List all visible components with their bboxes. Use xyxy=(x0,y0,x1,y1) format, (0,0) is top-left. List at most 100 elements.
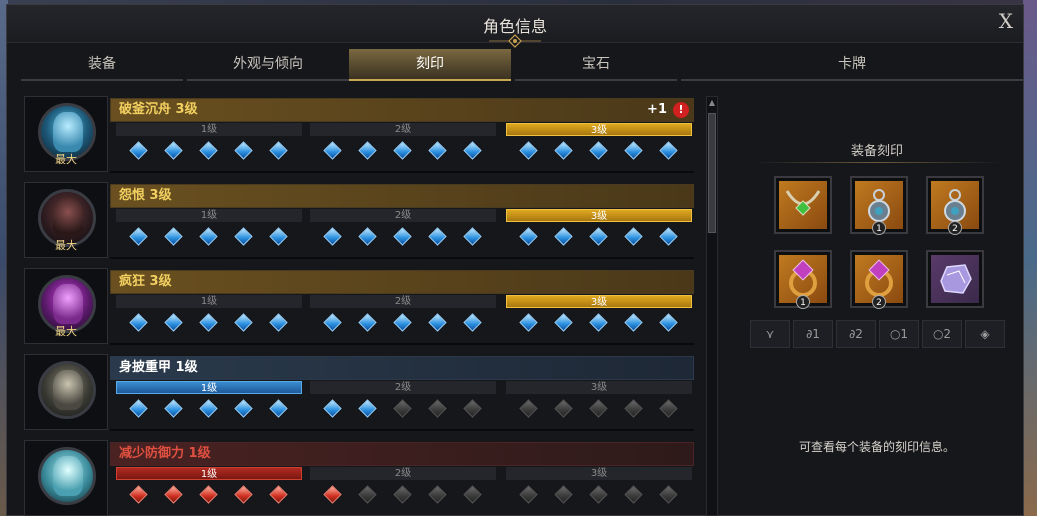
ring-2-slot[interactable]: 2 xyxy=(850,250,908,309)
row-divider xyxy=(110,343,694,345)
level-1-group: 1级 xyxy=(114,295,302,341)
gem-icon xyxy=(358,313,377,332)
gem-icon xyxy=(589,227,608,246)
engraving-name: 破釜沉舟 3级 xyxy=(119,102,198,117)
earring-1-filter-icon[interactable]: ∂1 xyxy=(793,320,833,348)
engraving-row[interactable]: 减少防御力 1级 1级 2级 3级 xyxy=(22,437,694,516)
gem-icon xyxy=(589,141,608,160)
gem-icon xyxy=(659,227,678,246)
level-label: 2级 xyxy=(310,123,496,136)
gem-icon xyxy=(428,227,447,246)
side-panel-title: 装备刻印 xyxy=(850,144,903,159)
gem-icon xyxy=(589,313,608,332)
necklace-slot[interactable] xyxy=(774,176,832,234)
gem-empty-icon xyxy=(624,485,643,504)
scroll-thumb[interactable] xyxy=(708,113,716,233)
tab-engraving[interactable]: 刻印 xyxy=(349,49,511,81)
level-3-group: 3级 xyxy=(504,123,692,169)
tab-cards[interactable]: 卡牌 xyxy=(681,49,1023,81)
ring-2-filter-icon[interactable]: ○2 xyxy=(922,320,962,348)
gem-empty-icon xyxy=(554,399,573,418)
tab-appearance[interactable]: 外观与倾向 xyxy=(187,49,349,81)
tab-equipment[interactable]: 装备 xyxy=(21,49,183,81)
engraving-header: 身披重甲 1级 xyxy=(110,356,694,380)
engraving-row[interactable]: 最大 怨恨 3级 1级 2级 3级 xyxy=(22,179,694,259)
engraving-portrait xyxy=(24,440,108,516)
gem-group xyxy=(129,399,302,420)
max-label: 最大 xyxy=(55,153,77,166)
slot-number-badge: 2 xyxy=(872,295,886,309)
gem-icon xyxy=(234,399,253,418)
list-scrollbar[interactable]: ▲ xyxy=(706,96,718,516)
level-label-active: 3级 xyxy=(506,123,692,136)
level-3-group: 3级 xyxy=(504,467,692,513)
gem-icon xyxy=(554,313,573,332)
gem-icon xyxy=(269,399,288,418)
gem-group xyxy=(129,141,302,162)
ring-1-filter-icon[interactable]: ○1 xyxy=(879,320,919,348)
level-3-group: 3级 xyxy=(504,209,692,255)
slot-number-badge: 1 xyxy=(796,295,810,309)
engraving-portrait xyxy=(24,354,108,430)
info-text: 可查看每个装备的刻印信息。 xyxy=(798,440,955,454)
gem-group xyxy=(519,485,692,506)
level-2-group: 2级 xyxy=(308,123,496,169)
earring-2-slot[interactable]: 2 xyxy=(926,176,984,235)
gem-icon xyxy=(323,227,342,246)
level-label-active: 3级 xyxy=(506,209,692,222)
gem-empty-icon xyxy=(659,485,678,504)
level-2-group: 2级 xyxy=(308,381,496,427)
gem-icon xyxy=(463,313,482,332)
ring-1-slot[interactable]: 1 xyxy=(774,250,832,309)
gem-icon xyxy=(269,227,288,246)
engraving-row[interactable]: 最大 破釜沉舟 3级 +1 ! 1级 2级 3级 xyxy=(22,93,694,173)
gem-icon xyxy=(164,313,183,332)
gem-icon xyxy=(323,485,342,504)
gem-group xyxy=(129,227,302,248)
gem-empty-icon xyxy=(428,485,447,504)
title-ornament-icon xyxy=(489,34,541,48)
level-label: 2级 xyxy=(310,381,496,394)
level-label: 2级 xyxy=(310,295,496,308)
engraving-header: 怨恨 3级 xyxy=(110,184,694,208)
earring-1-slot[interactable]: 1 xyxy=(850,176,908,235)
gem-icon xyxy=(199,313,218,332)
tab-gems[interactable]: 宝石 xyxy=(515,49,677,81)
gem-group xyxy=(323,141,496,162)
engraving-orb-icon xyxy=(38,447,96,505)
gem-icon xyxy=(269,141,288,160)
gem-icon xyxy=(129,399,148,418)
level-label: 3级 xyxy=(506,467,692,480)
gem-icon xyxy=(199,485,218,504)
warning-icon[interactable]: ! xyxy=(673,102,689,118)
gem-icon xyxy=(164,399,183,418)
gem-group xyxy=(519,227,692,248)
gem-icon xyxy=(659,313,678,332)
level-label: 1级 xyxy=(116,295,302,308)
ability-stone-slot[interactable] xyxy=(926,250,984,308)
close-button[interactable]: X xyxy=(999,9,1013,33)
gem-icon xyxy=(659,141,678,160)
level-label-active: 1级 xyxy=(116,381,302,394)
gem-icon xyxy=(129,141,148,160)
equipment-engraving-panel: 装备刻印 1 2 1 2 ⋎ ∂1 ∂2 ○1 ○2 ◈ 可查看每个装备的刻印信… xyxy=(742,130,1012,510)
level-3-group: 3级 xyxy=(504,381,692,427)
gem-empty-icon xyxy=(463,399,482,418)
necklace-filter-icon[interactable]: ⋎ xyxy=(750,320,790,348)
earring-2-filter-icon[interactable]: ∂2 xyxy=(836,320,876,348)
engraving-name: 疯狂 3级 xyxy=(119,274,172,289)
engraving-row[interactable]: 最大 疯狂 3级 1级 2级 3级 xyxy=(22,265,694,345)
stone-filter-icon[interactable]: ◈ xyxy=(965,320,1005,348)
gem-icon xyxy=(129,485,148,504)
level-label: 2级 xyxy=(310,467,496,480)
slot-number-badge: 2 xyxy=(948,221,962,235)
gem-group xyxy=(323,399,496,420)
scroll-up-icon[interactable]: ▲ xyxy=(707,97,717,109)
engraving-header: 破釜沉舟 3级 +1 ! xyxy=(110,98,694,122)
bonus-count: +1 xyxy=(647,102,667,117)
engraving-row[interactable]: 身披重甲 1级 1级 2级 3级 xyxy=(22,351,694,431)
gem-group xyxy=(129,485,302,506)
engraving-portrait: 最大 xyxy=(24,96,108,172)
gem-empty-icon xyxy=(428,399,447,418)
level-1-group: 1级 xyxy=(114,467,302,513)
